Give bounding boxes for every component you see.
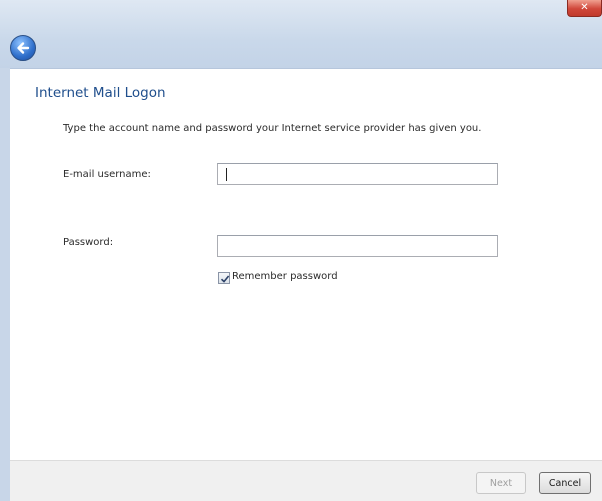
close-icon: ✕ [580, 2, 589, 13]
back-button[interactable] [10, 35, 36, 61]
username-label: E-mail username: [63, 169, 151, 180]
title-bar [0, 0, 602, 68]
page-title: Internet Mail Logon [35, 85, 166, 101]
cancel-button[interactable]: Cancel [539, 472, 591, 494]
remember-password-checkbox[interactable] [218, 272, 230, 284]
text-caret [226, 168, 227, 181]
password-input[interactable] [217, 235, 498, 257]
checkmark-icon [220, 275, 230, 283]
password-label: Password: [63, 237, 114, 248]
page-description: Type the account name and password your … [63, 123, 482, 134]
next-button[interactable]: Next [476, 472, 526, 494]
remember-password-label: Remember password [232, 271, 338, 282]
back-arrow-icon [17, 42, 30, 54]
close-button[interactable]: ✕ [567, 0, 602, 17]
username-input[interactable] [217, 163, 498, 185]
